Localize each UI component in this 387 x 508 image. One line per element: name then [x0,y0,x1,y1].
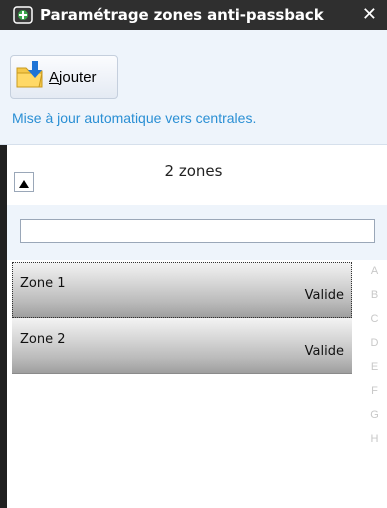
alpha-letter[interactable]: H [362,430,387,454]
filter-input[interactable] [20,219,375,243]
alpha-letter[interactable]: D [362,334,387,358]
alpha-letter[interactable]: G [362,406,387,430]
alpha-letter[interactable]: A [362,262,387,286]
alpha-letter[interactable]: C [362,310,387,334]
alpha-letter[interactable]: F [362,382,387,406]
zone-status: Valide [304,344,344,359]
zone-list: Zone 1 Valide Zone 2 Valide [12,262,352,374]
folder-add-icon [15,60,45,94]
alpha-letter[interactable]: E [362,358,387,382]
list-item[interactable]: Zone 2 Valide [12,318,352,374]
panel-border [0,145,7,508]
zone-settings-icon [12,5,34,25]
close-icon[interactable]: ✕ [362,5,377,25]
list-item[interactable]: Zone 1 Valide [12,262,352,318]
zone-name: Zone 2 [20,332,66,347]
zone-status: Valide [304,288,344,303]
add-button[interactable]: Ajouter [10,55,118,99]
zone-count: 2 zones [164,162,223,180]
zone-name: Zone 1 [20,276,66,291]
alphabet-index: A B C D E F G H [362,262,387,454]
alpha-letter[interactable]: B [362,286,387,310]
add-button-label: Ajouter [49,68,97,86]
window-title: Paramétrage zones anti-passback [40,6,324,24]
title-bar: Paramétrage zones anti-passback ✕ [0,0,387,30]
status-text: Mise à jour automatique vers centrales. [12,110,257,126]
